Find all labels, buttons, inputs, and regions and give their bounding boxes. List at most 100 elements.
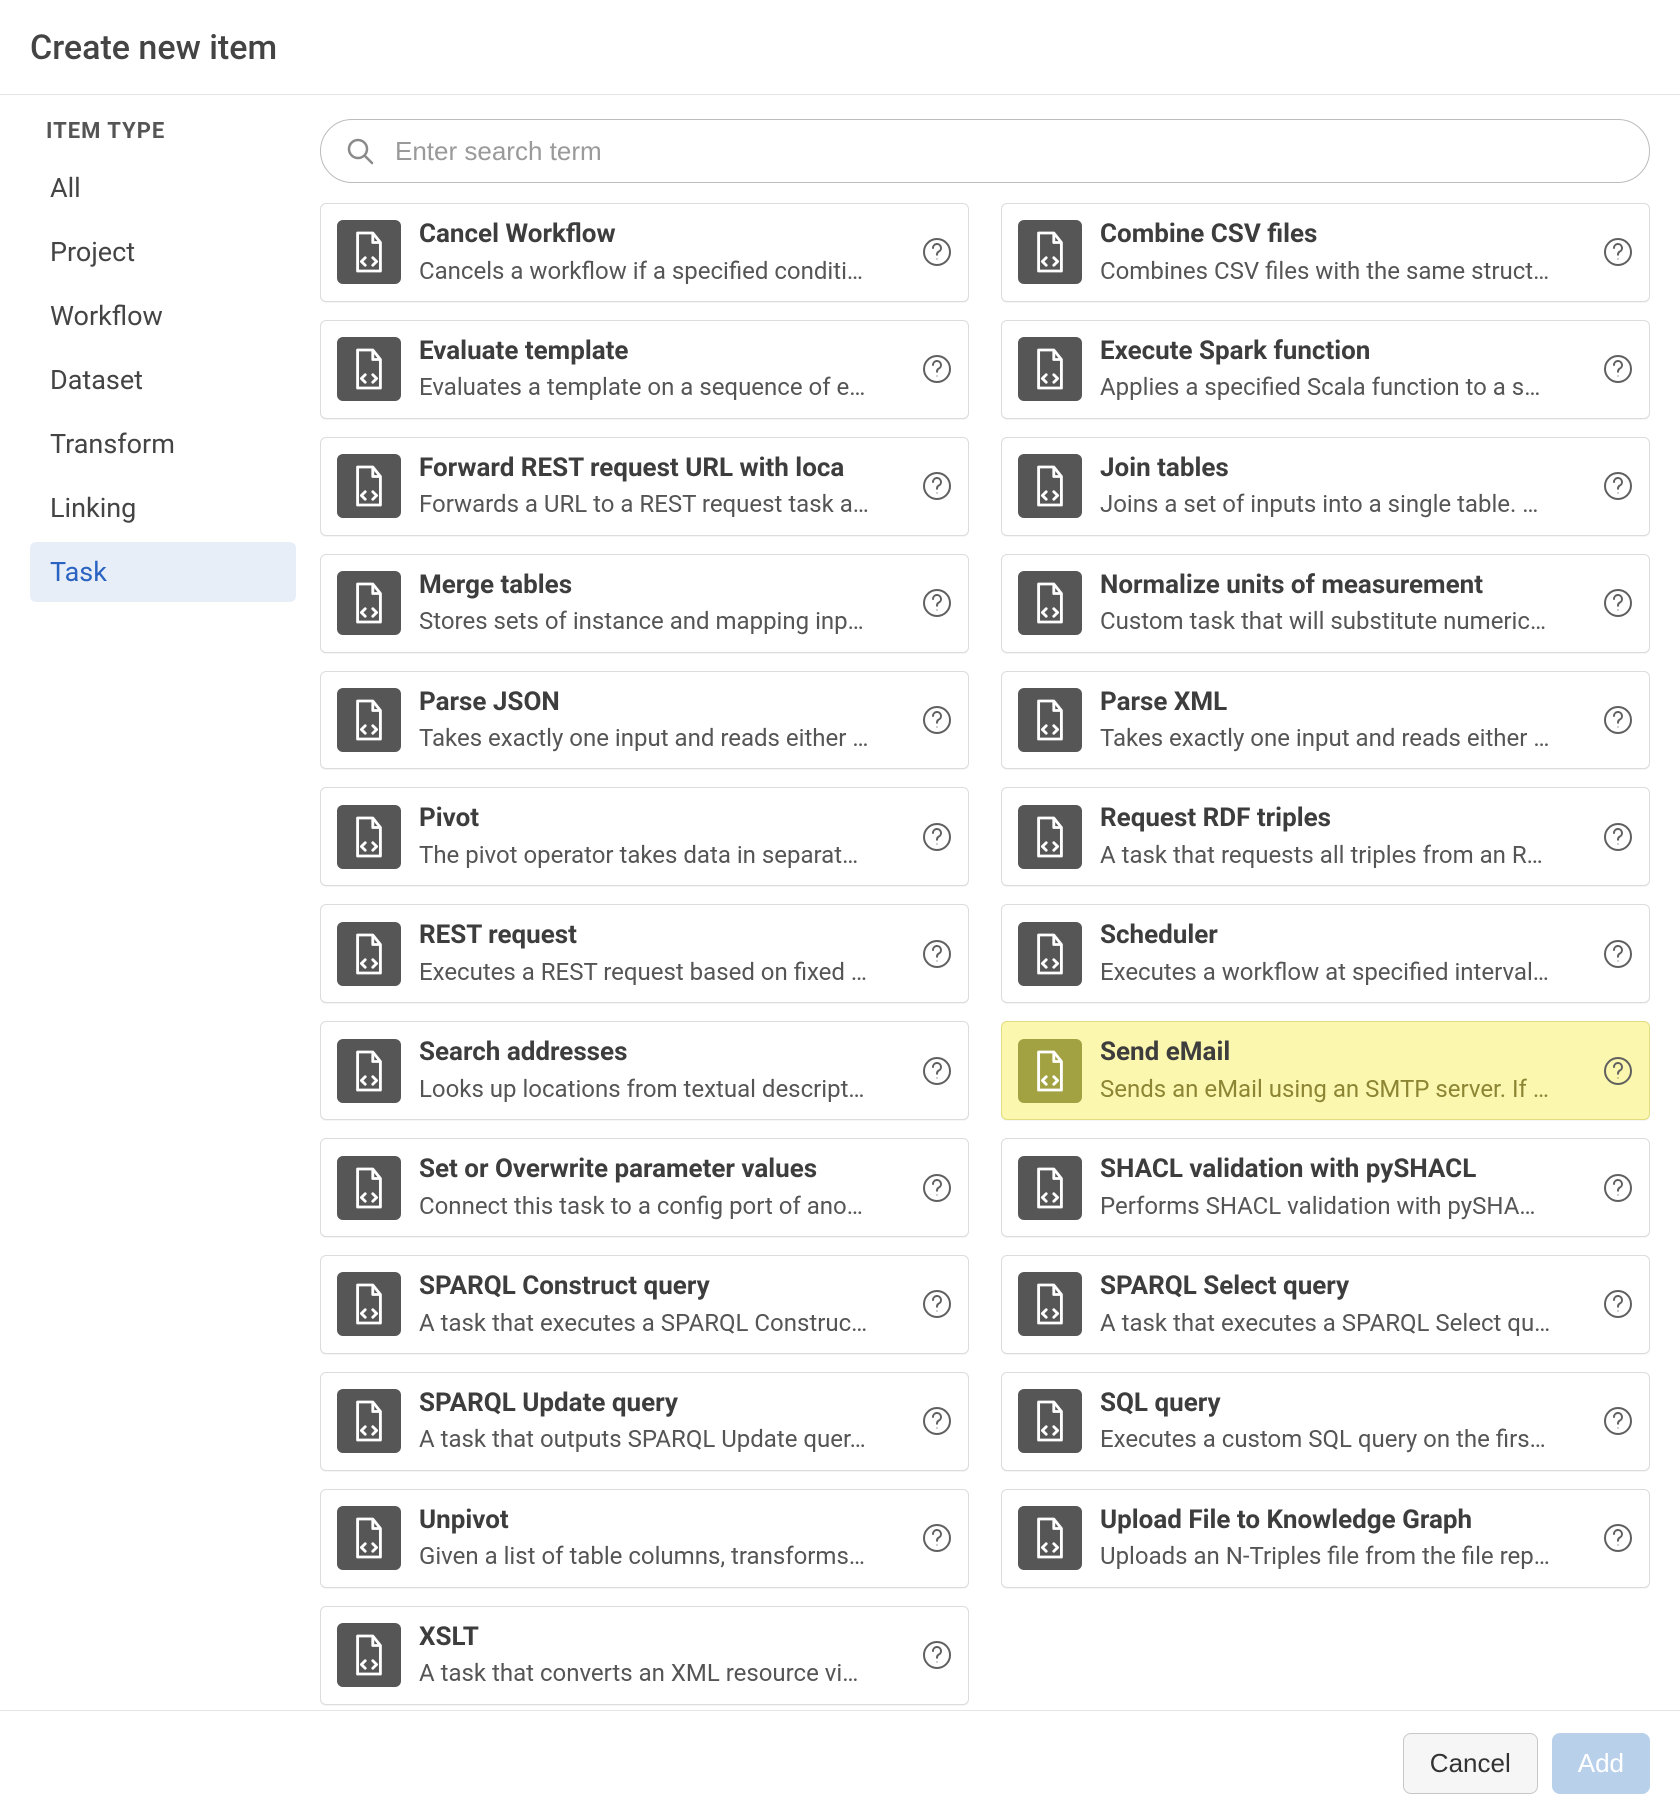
help-icon[interactable]: [1603, 1406, 1633, 1436]
help-icon[interactable]: [922, 1406, 952, 1436]
item-title: Cancel Workflow: [419, 218, 904, 251]
help-icon[interactable]: [1603, 822, 1633, 852]
item-card-unpivot[interactable]: UnpivotGiven a list of table columns, tr…: [320, 1489, 969, 1588]
item-card-pivot[interactable]: PivotThe pivot operator takes data in se…: [320, 787, 969, 886]
item-card-combine-csv-files[interactable]: Combine CSV filesCombines CSV files with…: [1001, 203, 1650, 302]
help-icon[interactable]: [922, 1640, 952, 1670]
item-description: Joins a set of inputs into a single tabl…: [1100, 488, 1585, 520]
item-title: Merge tables: [419, 569, 904, 602]
item-type-sidebar: ITEM TYPE All Project Workflow Dataset T…: [30, 119, 320, 1710]
item-title: Pivot: [419, 802, 904, 835]
item-card-merge-tables[interactable]: Merge tablesStores sets of instance and …: [320, 554, 969, 653]
item-card-normalize-units-of-measurement[interactable]: Normalize units of measurementCustom tas…: [1001, 554, 1650, 653]
file-code-icon: [337, 1156, 401, 1220]
help-icon[interactable]: [1603, 471, 1633, 501]
item-title: Normalize units of measurement: [1100, 569, 1585, 602]
type-item-dataset[interactable]: Dataset: [30, 350, 296, 410]
item-card-evaluate-template[interactable]: Evaluate templateEvaluates a template on…: [320, 320, 969, 419]
add-button[interactable]: Add: [1552, 1733, 1650, 1794]
help-icon[interactable]: [922, 822, 952, 852]
type-item-linking[interactable]: Linking: [30, 478, 296, 538]
item-card-sparql-select-query[interactable]: SPARQL Select queryA task that executes …: [1001, 1255, 1650, 1354]
item-card-set-or-overwrite-parameter-values[interactable]: Set or Overwrite parameter valuesConnect…: [320, 1138, 969, 1237]
item-description: Executes a workflow at specified interva…: [1100, 956, 1585, 988]
item-description: Uploads an N-Triples file from the file …: [1100, 1540, 1585, 1572]
file-code-icon: [1018, 805, 1082, 869]
item-description: Executes a REST request based on fixed …: [419, 956, 904, 988]
type-item-task[interactable]: Task: [30, 542, 296, 602]
item-text: Cancel WorkflowCancels a workflow if a s…: [419, 218, 952, 287]
file-code-icon: [1018, 571, 1082, 635]
item-title: Upload File to Knowledge Graph: [1100, 1504, 1585, 1537]
item-card-sql-query[interactable]: SQL queryExecutes a custom SQL query on …: [1001, 1372, 1650, 1471]
item-card-cancel-workflow[interactable]: Cancel WorkflowCancels a workflow if a s…: [320, 203, 969, 302]
item-title: Request RDF triples: [1100, 802, 1585, 835]
cancel-button[interactable]: Cancel: [1403, 1733, 1538, 1794]
help-icon[interactable]: [1603, 354, 1633, 384]
help-icon[interactable]: [922, 939, 952, 969]
help-icon[interactable]: [1603, 939, 1633, 969]
item-text: Join tablesJoins a set of inputs into a …: [1100, 452, 1633, 521]
help-icon[interactable]: [1603, 588, 1633, 618]
item-description: A task that converts an XML resource vi…: [419, 1657, 904, 1689]
search-field[interactable]: [320, 119, 1650, 183]
item-text: SPARQL Construct queryA task that execut…: [419, 1270, 952, 1339]
type-item-workflow[interactable]: Workflow: [30, 286, 296, 346]
file-code-icon: [1018, 1272, 1082, 1336]
help-icon[interactable]: [922, 354, 952, 384]
item-card-request-rdf-triples[interactable]: Request RDF triplesA task that requests …: [1001, 787, 1650, 886]
help-icon[interactable]: [922, 1289, 952, 1319]
item-title: REST request: [419, 919, 904, 952]
help-icon[interactable]: [922, 1523, 952, 1553]
item-title: Set or Overwrite parameter values: [419, 1153, 904, 1186]
file-code-icon: [337, 805, 401, 869]
file-code-icon: [1018, 1389, 1082, 1453]
help-icon[interactable]: [922, 471, 952, 501]
item-card-upload-file-to-knowledge-graph[interactable]: Upload File to Knowledge GraphUploads an…: [1001, 1489, 1650, 1588]
item-card-execute-spark-function[interactable]: Execute Spark functionApplies a specifie…: [1001, 320, 1650, 419]
item-card-shacl-validation-with-pyshacl[interactable]: SHACL validation with pySHACLPerforms SH…: [1001, 1138, 1650, 1237]
item-description: Custom task that will substitute numeric…: [1100, 605, 1585, 637]
item-title: Execute Spark function: [1100, 335, 1585, 368]
file-code-icon: [337, 922, 401, 986]
help-icon[interactable]: [922, 1056, 952, 1086]
type-item-all[interactable]: All: [30, 158, 296, 218]
dialog-content: ITEM TYPE All Project Workflow Dataset T…: [0, 95, 1680, 1710]
help-icon[interactable]: [922, 705, 952, 735]
item-card-search-addresses[interactable]: Search addressesLooks up locations from …: [320, 1021, 969, 1120]
item-card-parse-json[interactable]: Parse JSONTakes exactly one input and re…: [320, 671, 969, 770]
help-icon[interactable]: [922, 237, 952, 267]
item-text: Forward REST request URL with locaForwar…: [419, 452, 952, 521]
file-code-icon: [337, 571, 401, 635]
search-wrap: [320, 119, 1650, 183]
help-icon[interactable]: [922, 1173, 952, 1203]
item-description: A task that executes a SPARQL Construc…: [419, 1307, 904, 1339]
item-title: Search addresses: [419, 1036, 904, 1069]
search-input[interactable]: [393, 135, 1625, 168]
help-icon[interactable]: [1603, 237, 1633, 267]
item-description: Takes exactly one input and reads either…: [419, 722, 904, 754]
item-card-send-email[interactable]: Send eMailSends an eMail using an SMTP s…: [1001, 1021, 1650, 1120]
help-icon[interactable]: [1603, 1173, 1633, 1203]
item-card-forward-rest-request-url-with-loca[interactable]: Forward REST request URL with locaForwar…: [320, 437, 969, 536]
search-icon: [345, 136, 375, 166]
item-title: XSLT: [419, 1621, 904, 1654]
item-description: Forwards a URL to a REST request task a…: [419, 488, 904, 520]
item-card-parse-xml[interactable]: Parse XMLTakes exactly one input and rea…: [1001, 671, 1650, 770]
item-card-sparql-update-query[interactable]: SPARQL Update queryA task that outputs S…: [320, 1372, 969, 1471]
type-item-project[interactable]: Project: [30, 222, 296, 282]
help-icon[interactable]: [922, 588, 952, 618]
type-item-transform[interactable]: Transform: [30, 414, 296, 474]
help-icon[interactable]: [1603, 1056, 1633, 1086]
item-title: SQL query: [1100, 1387, 1585, 1420]
help-icon[interactable]: [1603, 1289, 1633, 1319]
item-card-rest-request[interactable]: REST request Executes a REST request base…: [320, 904, 969, 1003]
help-icon[interactable]: [1603, 705, 1633, 735]
file-code-icon: [1018, 922, 1082, 986]
item-card-xslt[interactable]: XSLTA task that converts an XML resource…: [320, 1606, 969, 1705]
item-card-sparql-construct-query[interactable]: SPARQL Construct queryA task that execut…: [320, 1255, 969, 1354]
item-card-scheduler[interactable]: SchedulerExecutes a workflow at specifie…: [1001, 904, 1650, 1003]
item-card-join-tables[interactable]: Join tablesJoins a set of inputs into a …: [1001, 437, 1650, 536]
item-text: Execute Spark functionApplies a specifie…: [1100, 335, 1633, 404]
help-icon[interactable]: [1603, 1523, 1633, 1553]
